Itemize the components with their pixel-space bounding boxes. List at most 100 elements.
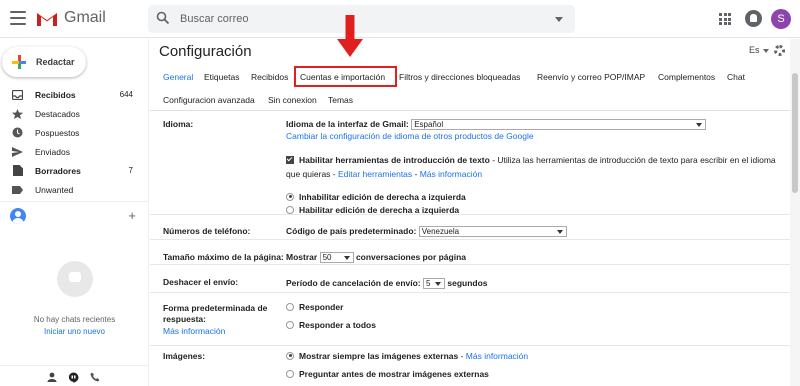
rtl-off-radio[interactable] — [286, 192, 294, 201]
tab-advanced[interactable]: Configuracion avanzada — [163, 95, 255, 105]
undo-period-label: Período de cancelación de envío: — [286, 278, 421, 288]
hangouts-icon[interactable] — [68, 372, 79, 383]
account-avatar[interactable]: S — [771, 9, 791, 29]
tab-inbox[interactable]: Recibidos — [251, 72, 288, 82]
edit-tools-link[interactable]: Editar herramientas — [338, 169, 412, 179]
gmail-m-icon — [37, 12, 57, 26]
tab-offline[interactable]: Sin conexion — [268, 95, 317, 105]
star-icon — [12, 108, 23, 119]
change-language-link[interactable]: Cambiar la configuración de idioma de ot… — [286, 131, 534, 141]
user-avatar-icon[interactable] — [10, 208, 26, 224]
rtl-off-label: Inhabilitar edición de derecha a izquier… — [299, 192, 466, 202]
reply-radio[interactable] — [286, 302, 294, 311]
tab-general[interactable]: General — [163, 72, 193, 82]
tab-forwarding-pop-imap[interactable]: Reenvío y correo POP/IMAP — [537, 72, 645, 82]
country-code-select[interactable]: Venezuela — [418, 226, 567, 238]
gmail-logo[interactable]: Gmail — [36, 9, 106, 27]
send-icon — [12, 146, 23, 157]
tab-filters[interactable]: Filtros y direcciones bloqueadas — [399, 72, 520, 82]
setting-label: Idioma: — [163, 119, 194, 129]
images-more-info-link[interactable]: Más información — [466, 351, 528, 361]
always-show-images-label: Mostrar siempre las imágenes externas — [299, 351, 459, 361]
input-tools-checkbox[interactable] — [286, 155, 294, 164]
sidebar-item-sent[interactable]: Enviados — [0, 142, 149, 161]
link-separator: - — [412, 169, 420, 179]
search-icon[interactable] — [156, 11, 170, 25]
setting-phone: Números de teléfono: Código de país pred… — [150, 215, 790, 240]
clock-icon — [12, 127, 23, 138]
setting-language: Idioma: Idioma de la interfaz de Gmail: … — [150, 111, 790, 215]
draft-icon — [12, 165, 23, 176]
sidebar-item-label: Enviados — [35, 146, 70, 157]
sidebar-item-label: Destacados — [35, 108, 80, 119]
sidebar-item-label: Borradores — [35, 165, 81, 176]
red-arrow-icon — [337, 15, 363, 57]
setting-reply-default: Forma predeterminada de respuesta: Más i… — [150, 293, 790, 346]
compose-button[interactable]: Redactar — [2, 47, 86, 77]
unread-count: 644 — [119, 90, 133, 99]
main-menu-icon[interactable] — [10, 11, 26, 25]
reply-label: Responder — [299, 302, 344, 312]
sidebar-divider — [0, 201, 149, 202]
more-info-link[interactable]: Más información — [420, 169, 482, 179]
apps-grid-icon[interactable] — [719, 13, 731, 25]
sidebar-item-label: Recibidos — [35, 89, 76, 100]
sidebar-item-inbox[interactable]: Recibidos 644 — [0, 85, 149, 104]
sidebar-item-snoozed[interactable]: Pospuestos — [0, 123, 149, 142]
ask-images-label: Preguntar antes de mostrar imágenes exte… — [299, 369, 489, 379]
new-chat-plus-icon[interactable]: + — [128, 208, 136, 223]
scrollbar[interactable] — [790, 39, 800, 386]
contacts-icon[interactable] — [47, 372, 57, 382]
setting-page-size: Tamaño máximo de la página: Mostrar 50 c… — [150, 240, 790, 265]
always-show-images-radio[interactable] — [286, 351, 294, 360]
page-size-select[interactable]: 50 — [319, 252, 354, 264]
rtl-on-radio[interactable] — [286, 205, 294, 214]
no-chats-text: No hay chats recientes — [33, 315, 116, 324]
phone-icon[interactable] — [90, 372, 100, 382]
language-selector[interactable]: Es — [749, 45, 769, 55]
interface-language-select[interactable]: Español — [411, 119, 707, 131]
chevron-down-icon — [556, 230, 563, 235]
interface-language-label: Idioma de la interfaz de Gmail: — [286, 119, 409, 129]
input-tools-label: Habilitar herramientas de introducción d… — [299, 155, 490, 165]
reply-all-label: Responder a todos — [299, 320, 376, 330]
country-code-value: Venezuela — [421, 227, 460, 237]
chevron-down-icon — [696, 123, 703, 128]
tab-themes[interactable]: Temas — [328, 95, 353, 105]
sidebar-item-starred[interactable]: Destacados — [0, 104, 149, 123]
setting-label: Deshacer el envío: — [163, 277, 239, 287]
search-options-icon[interactable] — [555, 17, 563, 22]
tab-addons[interactable]: Complementos — [658, 72, 715, 82]
setting-images: Imágenes: Mostrar siempre las imágenes e… — [163, 351, 529, 379]
setting-label: Números de teléfono: — [163, 226, 251, 236]
sidebar-item-label: Unwanted — [35, 184, 74, 195]
tab-labels[interactable]: Etiquetas — [204, 72, 239, 82]
tab-chat[interactable]: Chat — [727, 72, 745, 82]
compose-label: Redactar — [36, 57, 75, 67]
language-short: Es — [749, 45, 760, 55]
setting-label: Forma predeterminada de — [163, 303, 268, 313]
undo-period-select[interactable]: 5 — [423, 278, 445, 290]
start-new-chat-link[interactable]: Iniciar uno nuevo — [0, 327, 149, 336]
page-title: Configuración — [159, 43, 252, 60]
folder-list: Recibidos 644 Destacados Pospuestos Envi… — [0, 85, 149, 199]
notifications-icon[interactable] — [745, 10, 762, 27]
page-size-suffix: conversaciones por página — [355, 252, 467, 262]
tab-accounts-import[interactable]: Cuentas e importación — [300, 72, 385, 82]
scrollbar-thumb[interactable] — [792, 73, 798, 193]
undo-period-suffix: segundos — [447, 278, 488, 288]
reply-all-radio[interactable] — [286, 320, 294, 329]
hangouts-header: + — [10, 208, 140, 224]
gear-icon[interactable] — [774, 45, 785, 56]
rtl-on-label: Habilitar edición de derecha a izquierda — [299, 205, 460, 215]
chat-bottom-bar — [0, 365, 149, 386]
chat-bubble-icon — [57, 261, 93, 297]
interface-language-value: Español — [414, 120, 444, 130]
label-icon — [12, 185, 23, 195]
reply-more-info-link[interactable]: Más información — [163, 326, 225, 336]
ask-images-radio[interactable] — [286, 369, 294, 378]
setting-label-line2: respuesta: — [163, 314, 206, 324]
sidebar-item-drafts[interactable]: Borradores 7 — [0, 161, 149, 180]
compose-plus-icon — [12, 55, 26, 69]
sidebar-item-unwanted[interactable]: Unwanted — [0, 180, 149, 199]
